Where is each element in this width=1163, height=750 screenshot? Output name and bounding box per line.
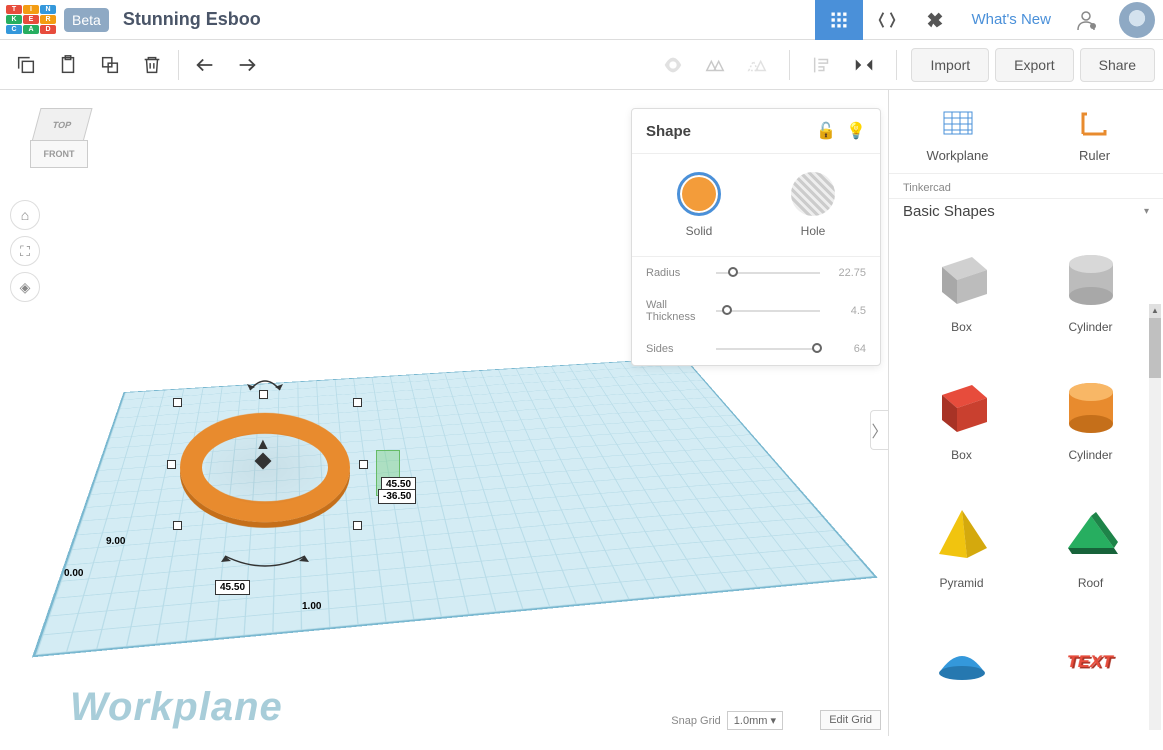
dim-one[interactable]: 1.00 [298, 600, 325, 613]
shapes-grid: Box Cylinder Box Cylinder Pyramid Roof T… [889, 230, 1163, 736]
ortho-view-button[interactable]: ◈ [10, 272, 40, 302]
home-view-button[interactable]: ⌂ [10, 200, 40, 230]
shape-cylinder-gray[interactable]: Cylinder [1036, 242, 1145, 354]
ungroup-button[interactable] [739, 47, 775, 83]
delete-button[interactable] [134, 47, 170, 83]
hole-option[interactable]: Hole [791, 172, 835, 238]
sidebar-scrollbar[interactable] [1149, 318, 1161, 730]
dim-depth[interactable]: 45.50 [215, 580, 250, 595]
lock-icon[interactable]: 🔓 [816, 121, 836, 141]
account-icon[interactable]: + [1063, 0, 1111, 40]
shape-dome[interactable] [907, 626, 1016, 724]
shape-roof[interactable]: Roof [1036, 498, 1145, 610]
code-blocks-button[interactable] [863, 0, 911, 40]
workplane-watermark: Workplane [70, 685, 283, 730]
group-button[interactable] [697, 47, 733, 83]
rotate-z-handle[interactable] [215, 548, 315, 578]
shape-panel-title: Shape [646, 123, 691, 140]
minecraft-export-button[interactable] [911, 0, 959, 40]
shape-cylinder-orange[interactable]: Cylinder [1036, 370, 1145, 482]
share-button[interactable]: Share [1080, 48, 1155, 82]
export-button[interactable]: Export [995, 48, 1073, 82]
paste-button[interactable] [50, 47, 86, 83]
shape-properties-panel: Shape 🔓 💡 Solid Hole Radius 22.75 Wall T… [631, 108, 881, 366]
view-cube[interactable]: TOP FRONT [28, 108, 96, 176]
dim-z[interactable]: 0.00 [60, 567, 87, 580]
shape-box-gray[interactable]: Box [907, 242, 1016, 354]
lightbulb-icon[interactable]: 💡 [846, 121, 866, 141]
viewcube-top[interactable]: TOP [31, 108, 92, 142]
grid-surface[interactable] [32, 358, 878, 658]
project-title[interactable]: Stunning Esboo [123, 9, 261, 30]
snap-grid-select[interactable]: 1.0mm ▾ [727, 711, 783, 730]
solid-label: Solid [686, 224, 713, 238]
duplicate-button[interactable] [92, 47, 128, 83]
param-radius[interactable]: Radius 22.75 [632, 257, 880, 289]
category-selector[interactable]: Basic Shapes [889, 199, 1163, 230]
param-sides[interactable]: Sides 64 [632, 333, 880, 365]
whats-new-link[interactable]: What's New [959, 11, 1063, 28]
user-avatar[interactable] [1119, 2, 1155, 38]
grid-view-button[interactable] [815, 0, 863, 40]
mirror-button[interactable] [846, 47, 882, 83]
shapes-sidebar: Workplane Ruler Tinkercad Basic Shapes ▲… [888, 90, 1163, 736]
app-header: TIN KER CAD Beta Stunning Esboo What's N… [0, 0, 1163, 40]
shape-box-red[interactable]: Box [907, 370, 1016, 482]
selected-tube-shape[interactable]: ▲ [175, 400, 360, 550]
tinkercad-logo[interactable]: TIN KER CAD [6, 5, 56, 35]
svg-text:+: + [1092, 24, 1095, 30]
shape-text[interactable]: TEXT [1036, 626, 1145, 724]
sidebar-collapse-handle[interactable]: 〉 [870, 410, 888, 450]
toolbar: Import Export Share [0, 40, 1163, 90]
show-all-button[interactable] [655, 47, 691, 83]
copy-button[interactable] [8, 47, 44, 83]
param-wall-thickness[interactable]: Wall Thickness 4.5 [632, 289, 880, 333]
hole-label: Hole [801, 224, 826, 238]
beta-badge: Beta [64, 8, 109, 32]
fit-view-button[interactable]: ⛶ [10, 236, 40, 266]
import-button[interactable]: Import [911, 48, 989, 82]
dim-neg[interactable]: -36.50 [378, 489, 416, 504]
workplane-tool[interactable]: Workplane [889, 90, 1026, 173]
ruler-tool[interactable]: Ruler [1026, 90, 1163, 173]
category-breadcrumb: Tinkercad [889, 174, 1163, 199]
viewcube-front[interactable]: FRONT [30, 140, 88, 168]
redo-button[interactable] [229, 47, 265, 83]
snap-grid-label: Snap Grid [671, 715, 721, 727]
dim-height[interactable]: 9.00 [102, 535, 129, 548]
undo-button[interactable] [187, 47, 223, 83]
solid-option[interactable]: Solid [677, 172, 721, 238]
workplane-icon [940, 104, 976, 140]
align-button[interactable] [804, 47, 840, 83]
ruler-icon [1077, 104, 1113, 140]
rotate-xy-handle[interactable] [245, 370, 285, 400]
move-z-arrow[interactable]: ▲ [255, 436, 271, 454]
edit-grid-button[interactable]: Edit Grid [820, 710, 881, 730]
shape-pyramid[interactable]: Pyramid [907, 498, 1016, 610]
scroll-up-button[interactable]: ▲ [1149, 304, 1161, 318]
